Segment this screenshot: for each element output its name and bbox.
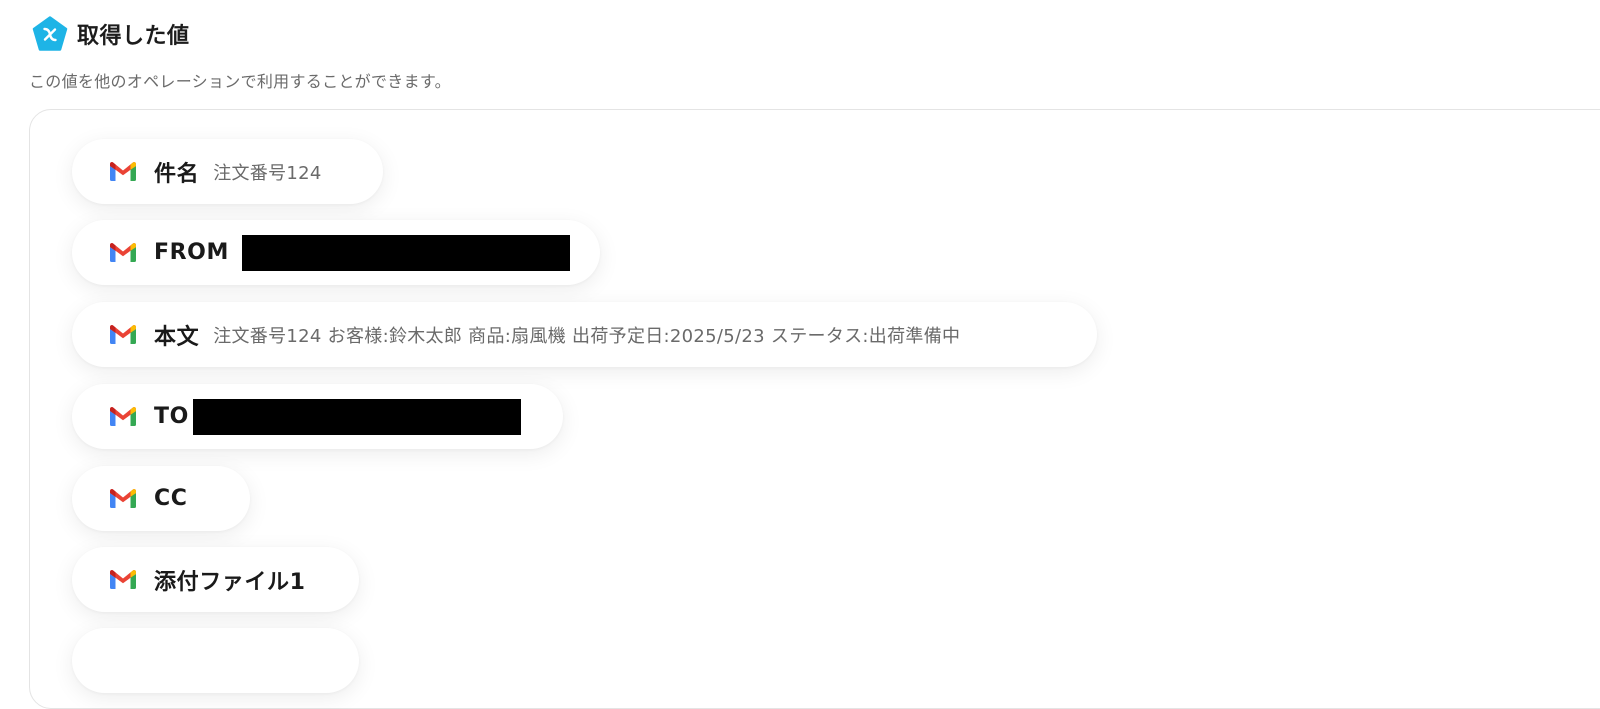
section-description: この値を他のオペレーションで利用することができます。 <box>29 72 451 91</box>
output-chip-from[interactable]: FROM <box>72 220 600 285</box>
output-label: 添付ファイル1 <box>154 569 306 595</box>
gmail-icon <box>110 407 136 426</box>
output-value: 注文番号124 お客様:鈴木太郎 商品:扇風機 出荷予定日:2025/5/23 … <box>213 325 961 347</box>
gmail-icon <box>110 162 136 181</box>
gmail-icon <box>110 489 136 508</box>
output-label: TO <box>154 404 189 429</box>
output-chip-body[interactable]: 本文 注文番号124 お客様:鈴木太郎 商品:扇風機 出荷予定日:2025/5/… <box>72 302 1097 367</box>
output-label: CC <box>154 486 188 511</box>
output-chip-cc[interactable]: CC <box>72 466 250 531</box>
output-value: 注文番号124 <box>213 162 322 184</box>
output-label: FROM <box>154 240 229 265</box>
redacted-value <box>241 234 570 271</box>
output-label: 本文 <box>154 324 200 350</box>
output-chip-subject[interactable]: 件名 注文番号124 <box>72 139 383 204</box>
section-title: 取得した値 <box>77 24 190 49</box>
output-label: 件名 <box>154 161 200 187</box>
variable-icon <box>32 16 68 51</box>
output-chip-attachment-1[interactable]: 添付ファイル1 <box>72 547 359 612</box>
gmail-icon <box>110 325 136 344</box>
redacted-value <box>192 398 521 435</box>
section-header: 取得した値 <box>32 16 190 52</box>
gmail-icon <box>110 243 136 262</box>
output-chip-partial[interactable] <box>72 628 359 693</box>
output-chip-to[interactable]: TO <box>72 384 563 449</box>
gmail-icon <box>110 570 136 589</box>
